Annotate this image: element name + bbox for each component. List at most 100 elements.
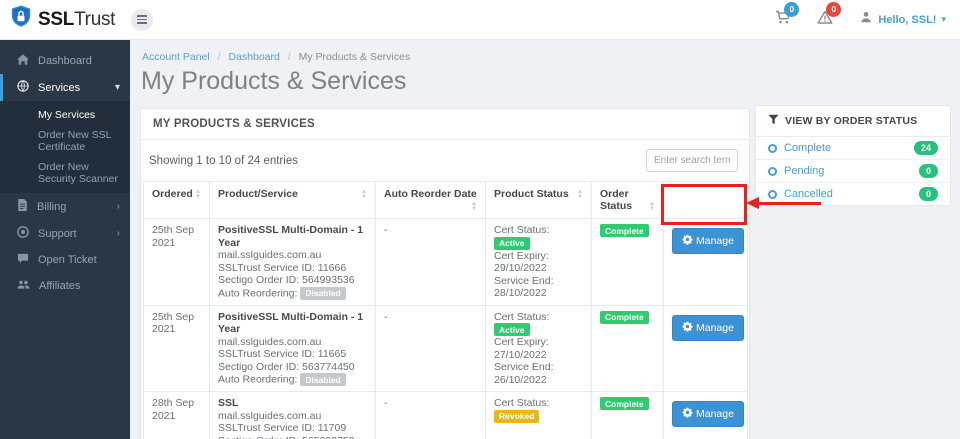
column-header-auto-reorder-date[interactable]: Auto Reorder Date ▲ ▼ [375,181,486,219]
manage-button[interactable]: Manage [672,228,744,254]
column-header-order-status[interactable]: Order Status ▲ ▼ [591,181,664,219]
breadcrumb-current: My Products & Services [298,51,411,63]
main-content: Account Panel / Dashboard / My Products … [130,40,960,439]
sidebar-item-label: Billing [37,200,67,213]
cert-status-label: Cert Status: [494,397,550,409]
filter-cancelled[interactable]: Cancelled 0 [756,183,950,205]
ssltrust-shield-icon [10,4,32,35]
table-row: 25th Sep 2021 PositiveSSL Multi-Domain -… [143,304,748,392]
sidebar-item-my-services[interactable]: My Services [0,105,130,125]
order-status-cell: Complete [591,218,664,306]
products-card: MY PRODUCTS & SERVICES Showing 1 to 10 o… [140,108,750,439]
invoice-icon [17,199,28,214]
product-status-cell: Cert Status: Revoked [485,391,592,439]
cert-expiry: Cert Expiry: 29/10/2022 [494,249,549,275]
service-id: SSLTrust Service ID: 11709 [218,422,347,434]
filter-funnel-icon [768,114,779,128]
auto-reordering-label: Auto Reordering: [218,373,298,386]
sidebar-nav: Dashboard Services ▾ My Services Order N… [0,40,130,439]
product-name: SSL [218,397,239,409]
sidebar-item-support[interactable]: Support › [0,220,130,247]
breadcrumb-dashboard[interactable]: Dashboard [228,51,279,63]
hamburger-icon [137,15,148,24]
breadcrumb-account-panel[interactable]: Account Panel [142,51,210,63]
cert-status-label: Cert Status: [494,224,550,236]
manage-button[interactable]: Manage [672,314,744,341]
sectigo-order-id: Sectigo Order ID: 565093759 [218,435,367,439]
app-window: SSLTrust 0 0 Hello, SSL! ▾ Dashboard Ser… [0,0,960,439]
manage-cell: Manage [663,218,748,306]
user-icon [859,10,873,29]
product-status-cell: Cert Status: Active Cert Expiry: 27/10/2… [485,304,592,392]
sidebar-item-label: Dashboard [38,55,92,67]
radio-circle-icon [768,189,777,199]
order-status-badge: Complete [600,310,649,324]
sort-icon: ▲ ▼ [195,189,201,200]
sort-icon: ▲ ▼ [577,189,583,200]
sidebar-item-order-new-scanner[interactable]: Order New Security Scanner [0,157,130,189]
product-cell: PositiveSSL Multi-Domain - 1 Year mail.s… [209,218,376,306]
sidebar-item-open-ticket[interactable]: Open Ticket [0,247,130,273]
column-header-product-service[interactable]: Product/Service ▲ ▼ [209,181,376,219]
sidebar-item-label: Support [38,227,77,240]
sidebar-item-label: Open Ticket [38,254,97,266]
column-header-ordered[interactable]: Ordered ▲ ▼ [143,181,210,219]
gear-icon [682,407,693,421]
sort-icon: ▲ ▼ [649,201,655,212]
product-name: PositiveSSL Multi-Domain - 1 Year [218,224,364,249]
column-header-actions [663,181,748,219]
sidebar-item-affiliates[interactable]: Affiliates [0,273,130,299]
users-icon [17,279,30,293]
sectigo-order-id: Sectigo Order ID: 563774450 [218,360,355,373]
card-title: MY PRODUCTS & SERVICES [141,109,749,140]
alerts-button[interactable]: 0 [817,1,842,30]
manage-cell: Manage [663,391,748,439]
order-status-panel: VIEW BY ORDER STATUS Complete 24 Pending… [755,105,951,206]
caret-down-icon: ▾ [941,14,946,24]
page-title: My Products & Services [141,67,407,95]
sidebar-item-dashboard[interactable]: Dashboard [0,48,130,74]
cert-status-badge: Active [494,236,530,250]
sidebar-item-billing[interactable]: Billing › [0,193,130,220]
sectigo-order-id: Sectigo Order ID: 564993536 [218,274,355,286]
auto-reorder-date-cell: - [375,218,486,306]
topbar-actions: 0 0 Hello, SSL! ▾ [775,1,960,30]
breadcrumb: Account Panel / Dashboard / My Products … [142,51,410,63]
sidebar-item-label: Affiliates [39,280,81,292]
breadcrumb-separator: / [217,51,221,63]
cert-expiry: Cert Expiry: 27/10/2022 [494,336,549,361]
gear-icon [682,321,693,335]
table-row: 25th Sep 2021 PositiveSSL Multi-Domain -… [143,218,748,306]
ordered-cell: 28th Sep 2021 [143,391,210,439]
product-cell: PositiveSSL Multi-Domain - 1 Year mail.s… [209,304,376,392]
brand-logo: SSLTrust [0,4,115,35]
home-icon [17,54,29,68]
sidebar-item-services[interactable]: Services ▾ [0,74,130,101]
user-greeting: Hello, SSL! [878,13,937,26]
service-end: Service End: 28/10/2022 [494,274,554,300]
product-domain: mail.sslguides.com.au [218,409,322,422]
count-badge: 24 [913,141,938,155]
chevron-down-icon: ▾ [114,82,120,93]
table-row: 28th Sep 2021 SSL mail.sslguides.com.au … [143,391,748,439]
column-header-product-status[interactable]: Product Status ▲ ▼ [485,181,592,219]
filter-pending[interactable]: Pending 0 [756,160,950,183]
sidebar-item-order-new-ssl[interactable]: Order New SSL Certificate [0,125,130,157]
order-status-badge: Complete [600,397,649,410]
sidebar-toggle-button[interactable] [131,8,154,31]
filter-label: Cancelled [784,188,833,200]
products-table: Ordered ▲ ▼ Product/Service ▲ ▼ Auto Reorder… [143,181,748,439]
auto-reordering-label: Auto Reordering: [218,286,298,299]
support-ring-icon [17,226,29,241]
manage-button[interactable]: Manage [672,401,744,427]
disabled-badge: Disabled [300,286,346,300]
order-status-cell: Complete [591,304,664,392]
service-id: SSLTrust Service ID: 11665 [218,348,347,360]
radio-circle-icon [768,166,777,176]
filter-complete[interactable]: Complete 24 [756,137,950,160]
sort-icon: ▲ ▼ [361,189,367,200]
user-menu[interactable]: Hello, SSL! ▾ [859,10,946,29]
cart-button[interactable]: 0 [775,1,800,30]
gear-icon [682,234,693,248]
search-input[interactable] [646,149,738,172]
